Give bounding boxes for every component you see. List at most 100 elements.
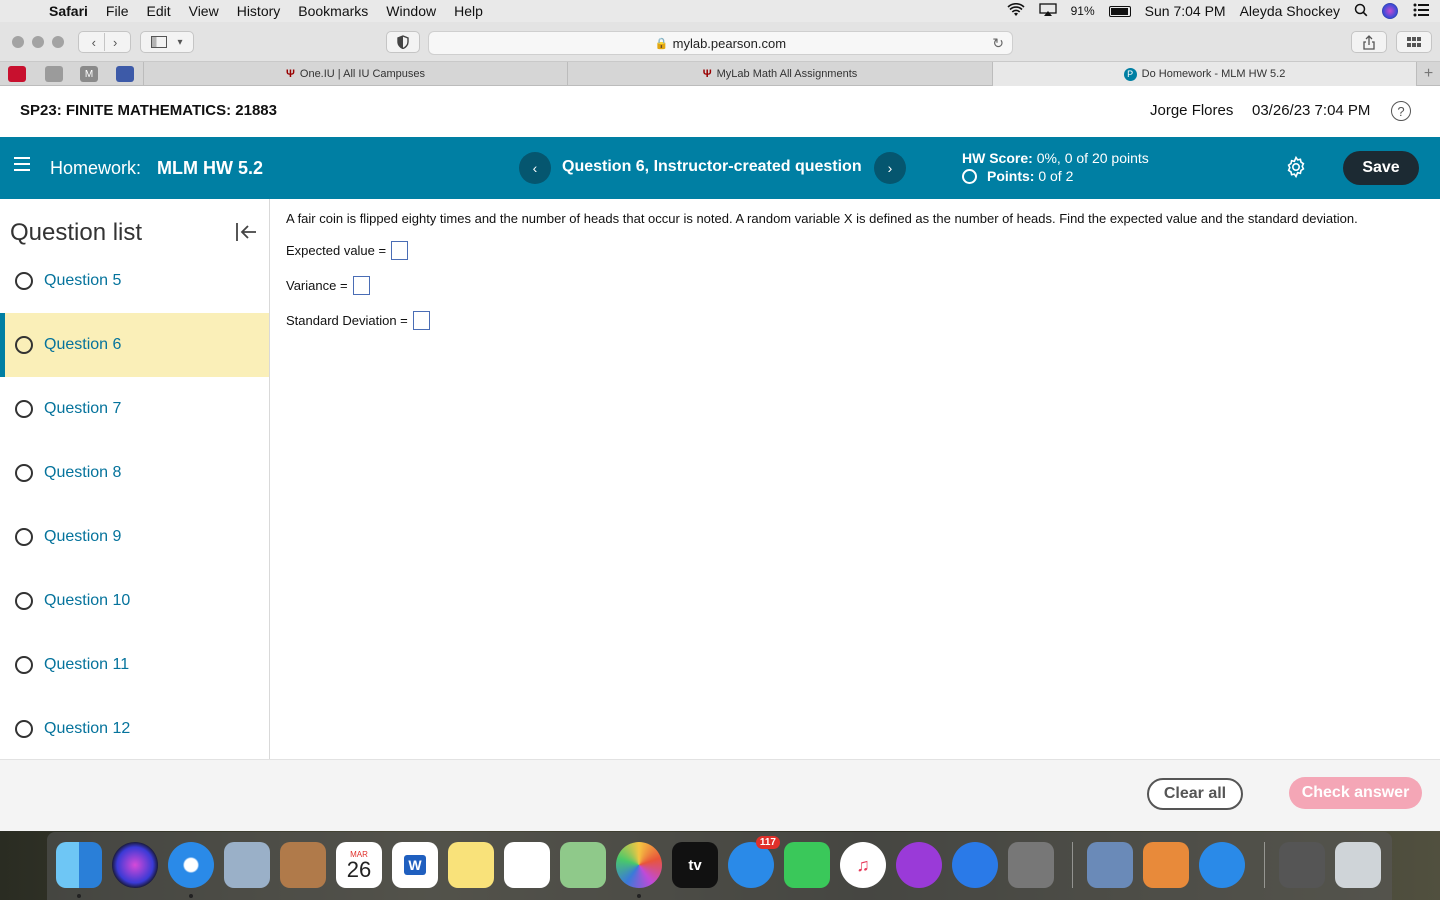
menu-view[interactable]: View (180, 3, 228, 19)
question-points: Points: 0 of 2 (962, 168, 1073, 184)
siri-icon[interactable] (1382, 3, 1398, 19)
collapse-panel-icon[interactable] (234, 220, 258, 244)
maps-icon[interactable] (560, 842, 606, 888)
back-icon[interactable]: ‹ (84, 35, 104, 50)
contacts-icon[interactable] (280, 842, 326, 888)
dock: MAR 26 W tv 117 ♫ (47, 832, 1392, 900)
address-bar[interactable]: 🔒 mylab.pearson.com ↻ (428, 31, 1013, 55)
question-item-10[interactable]: Question 10 (0, 569, 269, 633)
help-icon[interactable]: ? (1391, 101, 1411, 121)
expected-value-input[interactable] (391, 241, 409, 260)
menubar-status-area: 91% Sun 7:04 PM Aleyda Shockey (1007, 0, 1430, 22)
iu-icon: Ψ (285, 68, 295, 80)
question-item-8[interactable]: Question 8 (0, 441, 269, 505)
expected-value-row: Expected value = (286, 241, 409, 260)
pearson-icon: P (1123, 67, 1137, 81)
spotlight-search-icon[interactable] (1354, 3, 1368, 20)
apple-tv-icon[interactable]: tv (672, 842, 718, 888)
window-controls (12, 36, 64, 48)
privacy-report-button[interactable] (386, 31, 420, 53)
siri-icon[interactable] (112, 842, 158, 888)
wifi-icon[interactable] (1007, 2, 1025, 20)
question-item-label: Question 10 (44, 592, 131, 609)
photos-icon[interactable] (616, 842, 662, 888)
calculator-icon[interactable] (1143, 842, 1189, 888)
control-center-icon[interactable] (1412, 3, 1430, 20)
forward-icon[interactable]: › (105, 35, 125, 50)
question-item-7[interactable]: Question 7 (0, 377, 269, 441)
question-item-label: Question 5 (44, 272, 122, 289)
radio-circle-icon (15, 272, 33, 290)
podcasts-icon[interactable] (896, 842, 942, 888)
standard-deviation-input[interactable] (412, 311, 430, 330)
question-item-12[interactable]: Question 12 (0, 697, 269, 761)
calendar-icon[interactable]: MAR 26 (336, 842, 382, 888)
sidebar-toggle-button[interactable]: ▾ (140, 31, 194, 53)
question-item-6[interactable]: Question 6 (0, 313, 269, 377)
finder-icon[interactable] (56, 842, 102, 888)
menubar-user[interactable]: Aleyda Shockey (1240, 3, 1340, 19)
share-button[interactable] (1351, 31, 1387, 53)
clear-all-button[interactable]: Clear all (1147, 778, 1243, 810)
messages-icon[interactable]: 117 (728, 836, 780, 888)
question-item-5[interactable]: Question 5 (0, 249, 269, 313)
hw-score: HW Score: 0%, 0 of 20 points (962, 150, 1149, 166)
minimize-window-button[interactable] (32, 36, 44, 48)
menu-edit[interactable]: Edit (137, 3, 179, 19)
image-capture-icon[interactable] (1087, 842, 1133, 888)
menu-help[interactable]: Help (445, 3, 492, 19)
radio-circle-icon (15, 528, 33, 546)
chevron-down-icon: ▾ (177, 36, 183, 48)
music-icon[interactable]: ♫ (840, 842, 886, 888)
wireless-diagnostics-icon[interactable] (1199, 842, 1245, 888)
progress-circle-icon (962, 168, 977, 184)
standard-deviation-label: Standard Deviation = (286, 313, 408, 328)
close-window-button[interactable] (12, 36, 24, 48)
safari-icon[interactable] (168, 842, 214, 888)
homework-bar: Homework: MLM HW 5.2 ‹ Question 6, Instr… (0, 137, 1440, 199)
bookmark-m-icon[interactable]: M (80, 66, 98, 82)
reload-icon[interactable]: ↻ (992, 35, 1004, 52)
radio-circle-icon (15, 592, 33, 610)
airplay-icon[interactable] (1038, 2, 1057, 20)
bookmark-red-icon[interactable] (8, 66, 26, 82)
app-store-icon[interactable] (952, 842, 998, 888)
reminders-icon[interactable] (504, 842, 550, 888)
menubar-clock[interactable]: Sun 7:04 PM (1145, 3, 1226, 19)
menu-bookmarks[interactable]: Bookmarks (289, 3, 377, 19)
tab-overview-button[interactable] (1396, 31, 1432, 53)
trash-icon[interactable] (1335, 842, 1381, 888)
tab-mylab-assignments[interactable]: Ψ MyLab Math All Assignments (567, 62, 992, 86)
save-button[interactable]: Save (1343, 151, 1419, 185)
menu-file[interactable]: File (97, 3, 138, 19)
previous-question-button[interactable]: ‹ (519, 152, 551, 184)
zoom-window-button[interactable] (52, 36, 64, 48)
answer-footer: Clear all Check answer (0, 759, 1440, 831)
bookmark-school-icon[interactable] (116, 66, 134, 82)
next-question-button[interactable]: › (874, 152, 906, 184)
tab-one-iu[interactable]: Ψ One.IU | All IU Campuses (143, 62, 567, 86)
question-item-11[interactable]: Question 11 (0, 633, 269, 697)
facetime-icon[interactable] (784, 842, 830, 888)
check-answer-button[interactable]: Check answer (1289, 777, 1422, 809)
word-letter: W (404, 855, 426, 875)
new-tab-button[interactable]: + (1416, 62, 1440, 86)
hamburger-menu-icon[interactable] (14, 157, 30, 171)
notes-icon[interactable] (448, 842, 494, 888)
variance-input[interactable] (352, 276, 370, 295)
preview-icon[interactable] (224, 842, 270, 888)
microsoft-word-icon[interactable]: W (392, 842, 438, 888)
system-preferences-icon[interactable] (1008, 842, 1054, 888)
hw-score-label: HW Score: (962, 150, 1033, 166)
settings-gear-icon[interactable] (1284, 155, 1308, 179)
bookmark-globe-icon[interactable] (45, 66, 63, 82)
downloads-stack-icon[interactable] (1279, 842, 1325, 888)
battery-icon[interactable] (1108, 5, 1131, 17)
tab-label: One.IU | All IU Campuses (299, 68, 426, 80)
tab-do-homework[interactable]: P Do Homework - MLM HW 5.2 (992, 62, 1416, 86)
question-item-9[interactable]: Question 9 (0, 505, 269, 569)
menu-safari[interactable]: Safari (40, 3, 97, 19)
menu-history[interactable]: History (228, 3, 290, 19)
chevron-left-icon: ‹ (532, 160, 538, 176)
menu-window[interactable]: Window (377, 3, 445, 19)
